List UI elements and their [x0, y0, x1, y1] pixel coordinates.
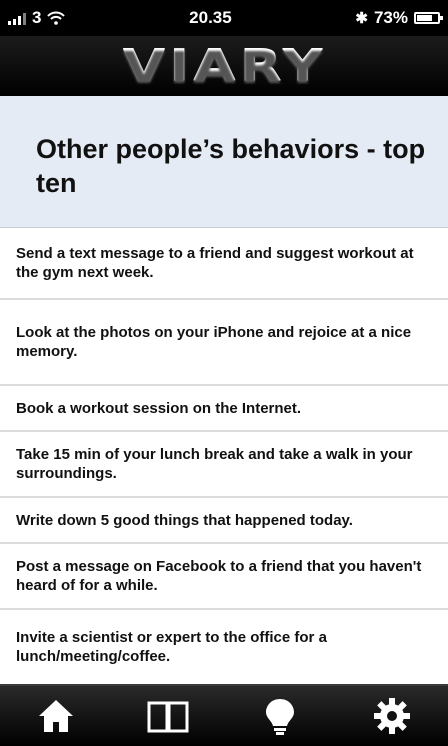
list-item[interactable]: Post a message on Facebook to a friend t… — [0, 544, 448, 610]
lightbulb-icon — [266, 699, 294, 735]
list-item[interactable]: Send a text message to a friend and sugg… — [0, 228, 448, 300]
tab-bar — [0, 684, 448, 746]
list-item-text: Post a message on Facebook to a friend t… — [16, 558, 422, 594]
signal-strength-icon — [8, 11, 26, 25]
list-item-text: Send a text message to a friend and sugg… — [16, 245, 414, 281]
battery-fill — [417, 15, 432, 21]
status-left: 3 — [8, 8, 66, 28]
home-icon — [39, 700, 73, 732]
list-item-text: Take 15 min of your lunch break and take… — [16, 446, 413, 482]
page-title: Other people’s behaviors - top ten — [36, 134, 426, 198]
tab-settings[interactable] — [362, 691, 422, 741]
list-item[interactable]: Take 15 min of your lunch break and take… — [0, 432, 448, 498]
wifi-icon — [47, 11, 66, 25]
behavior-list: Send a text message to a friend and sugg… — [0, 228, 448, 684]
app-header: VIARY — [0, 36, 448, 97]
title-panel: Other people’s behaviors - top ten — [0, 96, 448, 228]
list-item[interactable]: Book a workout session on the Internet. — [0, 386, 448, 432]
list-item[interactable]: Write down 5 good things that happened t… — [0, 498, 448, 544]
list-item[interactable]: Invite a scientist or expert to the offi… — [0, 610, 448, 684]
list-item-text: Book a workout session on the Internet. — [16, 399, 302, 417]
tab-home[interactable] — [26, 691, 86, 741]
status-right: ✱ 73% — [355, 8, 443, 28]
clock: 20.35 — [189, 8, 232, 27]
app-logo: VIARY — [122, 40, 326, 92]
status-bar: 3 20.35 ✱ 73% — [0, 0, 448, 36]
bluetooth-icon: ✱ — [355, 10, 368, 27]
battery-icon — [414, 12, 443, 24]
tab-diary[interactable] — [138, 691, 198, 741]
list-item-text: Write down 5 good things that happened t… — [16, 511, 353, 529]
list-item-text: Look at the photos on your iPhone and re… — [16, 324, 412, 360]
battery-percent: 73% — [373, 8, 408, 27]
carrier-label: 3 — [32, 8, 42, 27]
gear-icon — [374, 698, 410, 734]
book-icon — [147, 701, 189, 733]
list-item[interactable]: Look at the photos on your iPhone and re… — [0, 300, 448, 386]
list-item-text: Invite a scientist or expert to the offi… — [16, 629, 327, 665]
tab-ideas[interactable] — [250, 691, 310, 741]
